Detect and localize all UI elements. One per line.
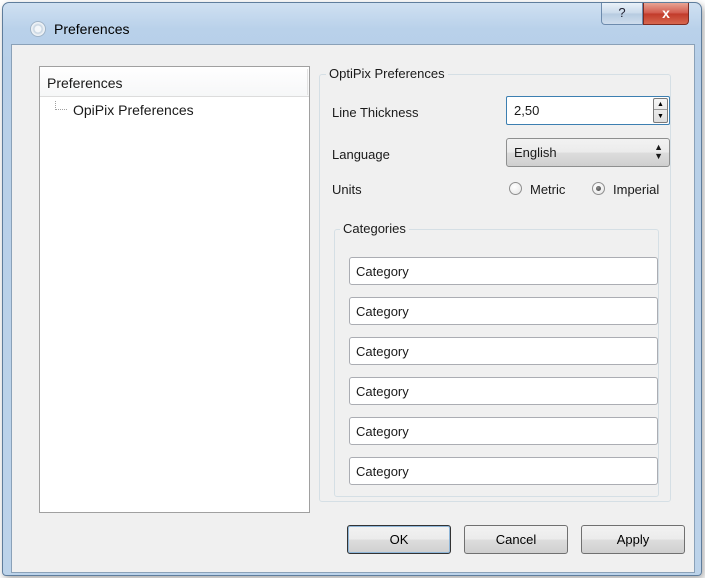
units-imperial-label[interactable]: Imperial — [613, 182, 659, 197]
apply-button[interactable]: Apply — [581, 525, 685, 554]
category-input-6[interactable]: Category — [349, 457, 658, 485]
close-icon: x — [662, 5, 670, 21]
language-label: Language — [332, 147, 390, 162]
category-input-4[interactable]: Category — [349, 377, 658, 405]
spin-buttons[interactable]: ▲ ▼ — [653, 98, 668, 123]
category-input-1[interactable]: Category — [349, 257, 658, 285]
language-select[interactable]: English ▲ ▼ — [506, 138, 670, 167]
help-button[interactable]: ? — [601, 3, 643, 25]
tree-header[interactable]: Preferences — [40, 67, 309, 97]
dialog-body: Preferences OpiPix Preferences OptiPix P… — [11, 44, 695, 573]
cancel-button[interactable]: Cancel — [464, 525, 568, 554]
tree-item-label: OpiPix Preferences — [73, 102, 194, 118]
tree-connector — [55, 101, 67, 110]
category-input-2[interactable]: Category — [349, 297, 658, 325]
line-thickness-label: Line Thickness — [332, 105, 419, 120]
app-icon — [30, 21, 46, 37]
spin-down-icon[interactable]: ▼ — [654, 111, 667, 122]
title-bar[interactable]: Preferences ? x — [3, 3, 701, 37]
preferences-tree[interactable]: Preferences OpiPix Preferences — [39, 66, 310, 513]
category-input-3[interactable]: Category — [349, 337, 658, 365]
units-imperial-radio[interactable] — [592, 182, 605, 195]
units-label: Units — [332, 182, 362, 197]
line-thickness-spinbox[interactable]: 2,50 ▲ ▼ — [506, 96, 670, 125]
units-metric-label[interactable]: Metric — [530, 182, 565, 197]
close-button[interactable]: x — [643, 3, 689, 25]
ok-button[interactable]: OK — [347, 525, 451, 554]
category-input-5[interactable]: Category — [349, 417, 658, 445]
units-metric-radio[interactable] — [509, 182, 522, 195]
categories-title: Categories — [340, 221, 409, 236]
window-title: Preferences — [54, 21, 130, 37]
updown-arrow-icon: ▲ ▼ — [654, 142, 663, 161]
group-title: OptiPix Preferences — [326, 66, 448, 81]
line-thickness-value[interactable]: 2,50 — [514, 103, 539, 118]
language-value: English — [514, 145, 557, 160]
spin-up-icon[interactable]: ▲ — [654, 99, 667, 110]
